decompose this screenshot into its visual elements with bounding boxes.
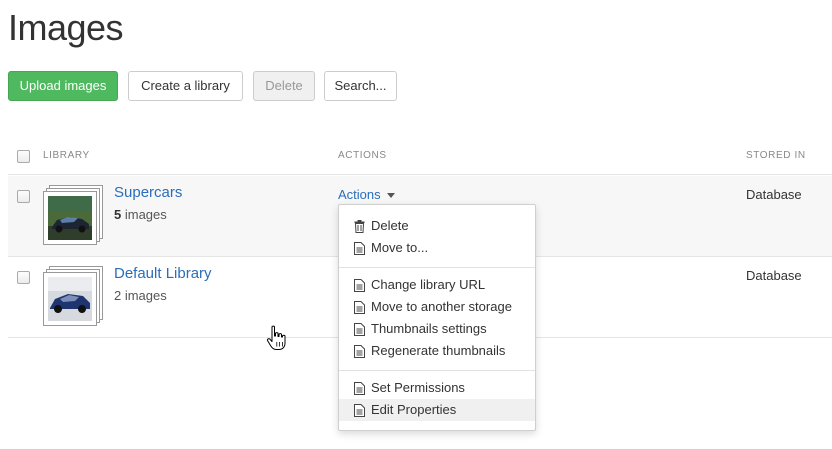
menu-item-label: Set Permissions — [371, 380, 465, 395]
document-icon — [354, 279, 365, 292]
actions-dropdown-menu: Delete Move to... Change library URL Mov… — [338, 204, 536, 431]
column-header-actions: ACTIONS — [338, 150, 387, 161]
car-photo-icon — [48, 196, 92, 240]
delete-button[interactable]: Delete — [253, 71, 315, 101]
library-image-count: 2 images — [114, 288, 167, 303]
menu-item-set-permissions[interactable]: Set Permissions — [339, 377, 535, 399]
column-header-library: LIBRARY — [43, 150, 90, 161]
car-photo-icon — [48, 277, 92, 321]
menu-item-label: Regenerate thumbnails — [371, 343, 506, 358]
row-checkbox[interactable] — [17, 190, 30, 203]
actions-dropdown-toggle[interactable]: Actions — [338, 187, 395, 202]
menu-item-delete[interactable]: Delete — [339, 215, 535, 237]
menu-item-label: Move to... — [371, 240, 429, 255]
chevron-down-icon — [386, 193, 395, 199]
select-all-checkbox[interactable] — [17, 150, 30, 163]
search-button[interactable]: Search... — [324, 71, 397, 101]
stored-in-value: Database — [746, 268, 802, 283]
menu-item-label: Delete — [371, 218, 409, 233]
library-thumbnail[interactable] — [43, 185, 105, 247]
trash-icon — [354, 220, 365, 233]
menu-divider — [339, 370, 535, 371]
menu-item-move-to[interactable]: Move to... — [339, 237, 535, 259]
upload-images-button[interactable]: Upload images — [8, 71, 118, 101]
library-name-link[interactable]: Supercars — [114, 184, 182, 201]
page-title: Images — [8, 7, 124, 48]
column-header-stored-in: STORED IN — [746, 150, 806, 161]
menu-item-move-to-another-storage[interactable]: Move to another storage — [339, 296, 535, 318]
row-checkbox[interactable] — [17, 271, 30, 284]
create-library-button[interactable]: Create a library — [128, 71, 243, 101]
hand-pointer-icon — [266, 325, 286, 350]
menu-item-change-library-url[interactable]: Change library URL — [339, 274, 535, 296]
menu-item-edit-properties[interactable]: Edit Properties — [339, 399, 535, 421]
library-thumbnail[interactable] — [43, 266, 105, 328]
menu-item-thumbnails-settings[interactable]: Thumbnails settings — [339, 318, 535, 340]
document-icon — [354, 301, 365, 314]
document-icon — [354, 242, 365, 255]
menu-divider — [339, 267, 535, 268]
library-name-link[interactable]: Default Library — [114, 265, 212, 282]
document-icon — [354, 323, 365, 336]
document-icon — [354, 404, 365, 417]
menu-item-label: Change library URL — [371, 277, 486, 292]
library-image-count: 5 images — [114, 207, 167, 222]
stored-in-value: Database — [746, 187, 802, 202]
document-icon — [354, 382, 365, 395]
menu-item-regenerate-thumbnails[interactable]: Regenerate thumbnails — [339, 340, 535, 362]
menu-item-label: Move to another storage — [371, 299, 512, 314]
menu-item-label: Edit Properties — [371, 402, 457, 417]
menu-item-label: Thumbnails settings — [371, 321, 487, 336]
table-header: LIBRARY ACTIONS STORED IN — [8, 137, 832, 175]
document-icon — [354, 345, 365, 358]
